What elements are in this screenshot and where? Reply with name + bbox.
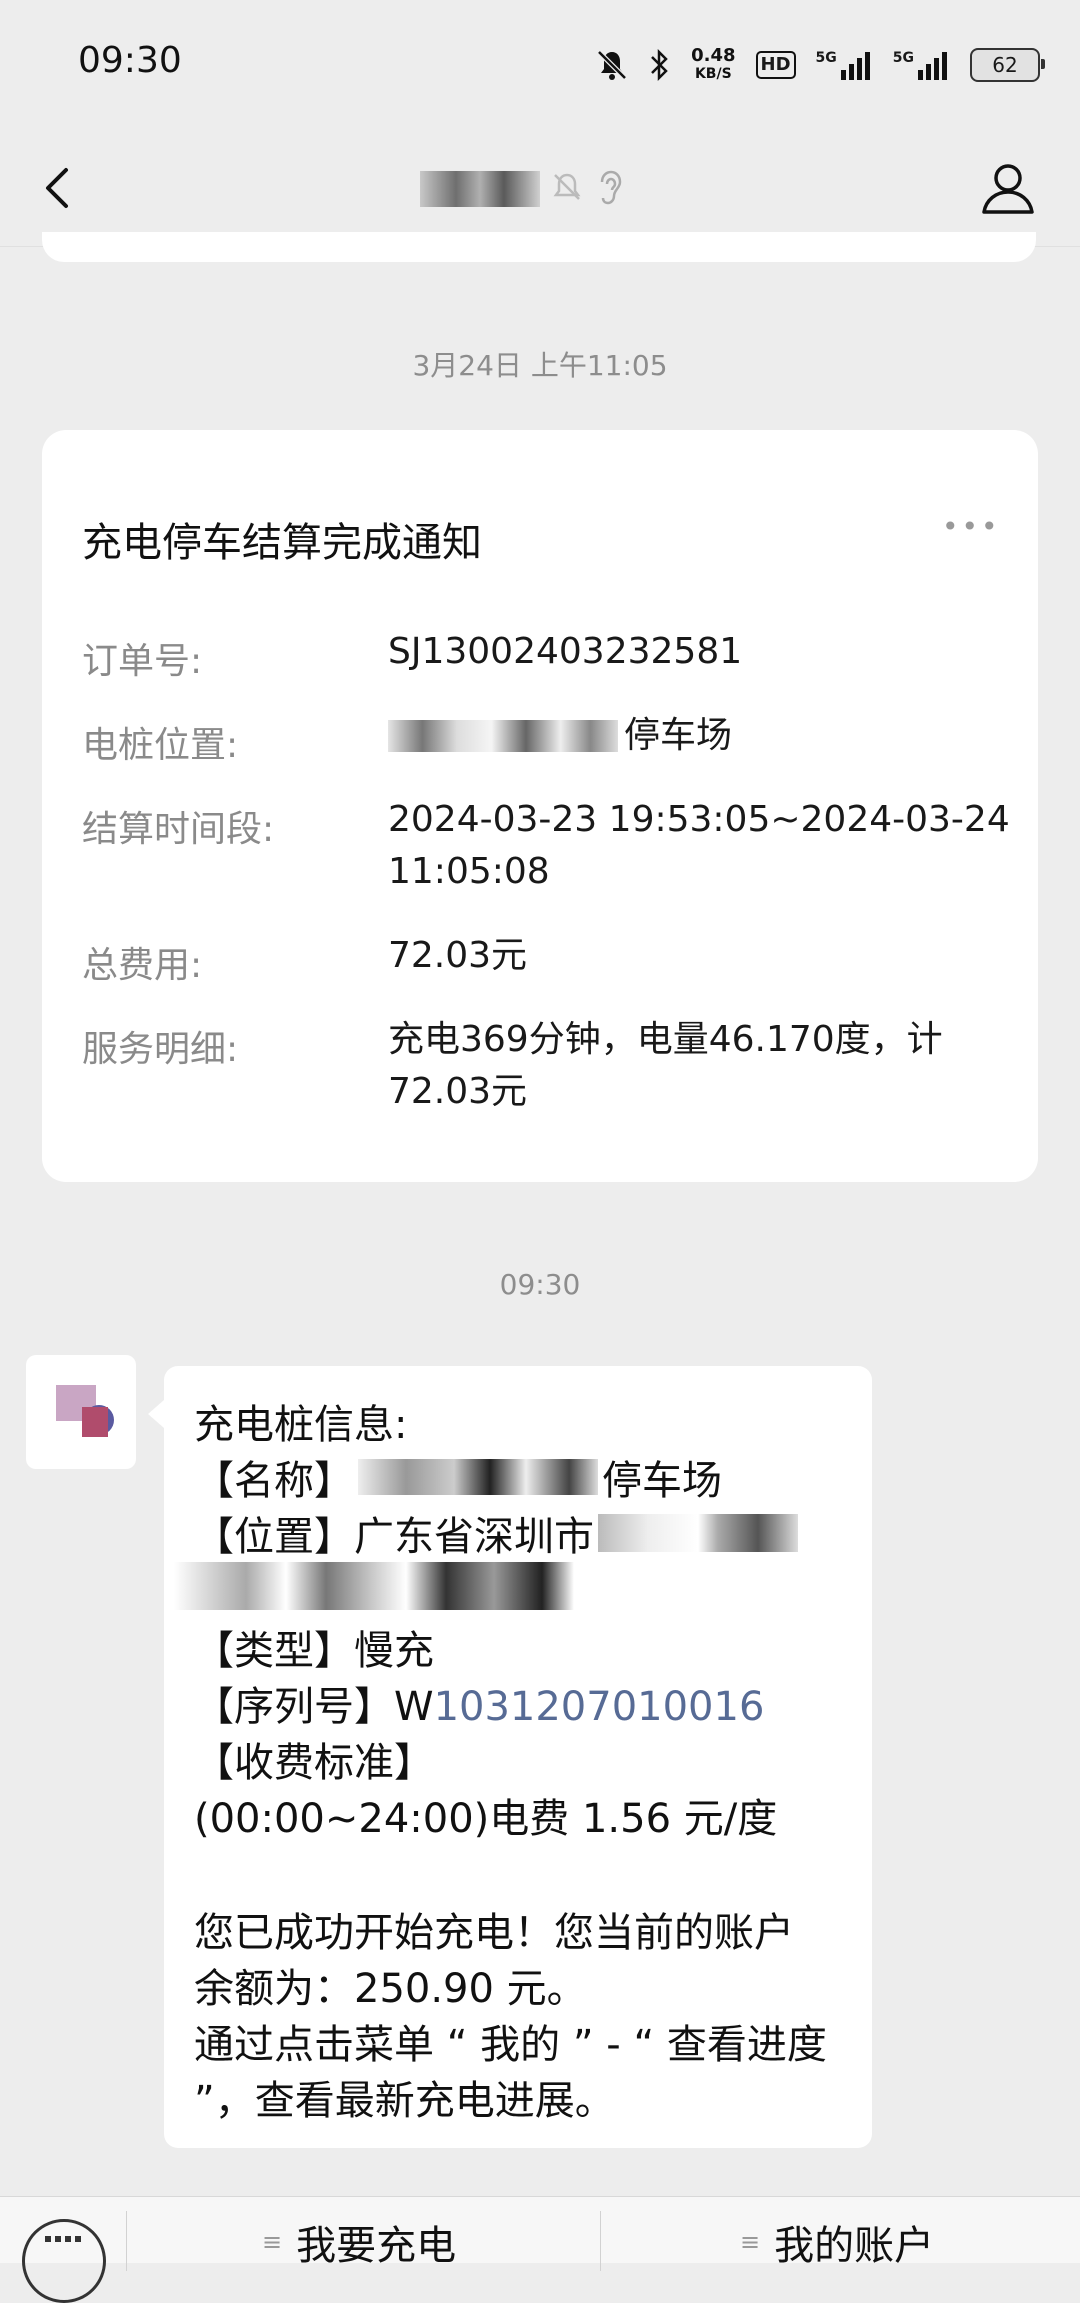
message-fee-label: 【收费标准】 bbox=[194, 1740, 434, 1786]
message-paragraph-line: 您已成功开始充电！您当前的账户 bbox=[194, 1910, 794, 1956]
settlement-notification-card[interactable]: 充电停车结算完成通知 ••• 订单号: SJ13002403232581 电桩位… bbox=[42, 430, 1038, 1182]
serial-number-link[interactable]: 1031207010016 bbox=[434, 1684, 765, 1730]
ear-icon bbox=[594, 168, 624, 210]
message-paragraph-line: 通过点击菜单 “ 我的 ” - “ 查看进度 bbox=[194, 2022, 827, 2068]
bottom-menu-bar: ≡ 我要充电 ≡ 我的账户 bbox=[0, 2196, 1080, 2303]
settlement-period-value: 2024-03-23 19:53:05~2024-03-24 11:05:08 bbox=[388, 799, 1010, 892]
chat-title bbox=[420, 166, 624, 212]
chevron-left-icon bbox=[46, 168, 68, 208]
battery-icon: 62 bbox=[970, 48, 1045, 82]
timestamp: 3月24日 上午11:05 bbox=[412, 349, 668, 382]
network-speed: 0.48 KB/S bbox=[691, 45, 736, 83]
order-number-label: 订单号: bbox=[82, 641, 203, 682]
redacted-address-continued bbox=[174, 1562, 574, 1610]
status-icons: 0.48 KB/S HD 5G 5G 62 bbox=[595, 40, 1045, 90]
signal-icon: 5G bbox=[816, 50, 873, 80]
status-time: 09:30 bbox=[78, 40, 182, 81]
message-paragraph-line: ”，查看最新充电进展。 bbox=[194, 2078, 615, 2124]
redacted-name bbox=[358, 1459, 598, 1495]
menu-divider bbox=[600, 2211, 601, 2271]
card-title: 充电停车结算完成通知 bbox=[82, 520, 482, 566]
total-fee-label: 总费用: bbox=[82, 945, 203, 986]
menu-charge-button[interactable]: ≡ 我要充电 bbox=[262, 2213, 456, 2271]
message-location-line: 【位置】 广东省深圳市 bbox=[194, 1504, 798, 1562]
menu-account-button[interactable]: ≡ 我的账户 bbox=[740, 2213, 934, 2271]
service-detail-value: 充电369分钟，电量46.170度，计 72.03元 bbox=[388, 1019, 943, 1112]
message-heading: 充电桩信息: bbox=[194, 1402, 408, 1448]
person-icon bbox=[982, 164, 1034, 214]
back-button[interactable] bbox=[30, 158, 90, 218]
redacted-location bbox=[388, 720, 618, 752]
message-bubble[interactable]: 充电桩信息: 【名称】 停车场 【位置】 广东省深圳市 【类型】慢充 【序列号】… bbox=[148, 1366, 872, 2148]
nav-bar bbox=[0, 130, 1080, 247]
timestamp: 09:30 bbox=[499, 1268, 581, 1301]
menu-list-icon: ≡ bbox=[262, 2228, 283, 2256]
pile-location-label: 电桩位置: bbox=[82, 725, 239, 766]
mute-icon bbox=[595, 48, 629, 82]
message-name-line: 【名称】 停车场 bbox=[194, 1458, 722, 1504]
redacted-name bbox=[420, 171, 540, 207]
order-number-value: SJ13002403232581 bbox=[388, 631, 743, 672]
message-type-line: 【类型】慢充 bbox=[194, 1628, 434, 1674]
more-options-icon[interactable]: ••• bbox=[942, 510, 1001, 543]
menu-list-icon: ≡ bbox=[740, 2228, 761, 2256]
status-bar: 09:30 0.48 KB/S HD 5G 5G 62 bbox=[0, 0, 1080, 130]
total-fee-value: 72.03元 bbox=[388, 935, 528, 976]
avatar[interactable] bbox=[26, 1355, 136, 1469]
pile-location-value: 停车场 bbox=[388, 710, 1018, 762]
previous-card-edge bbox=[42, 232, 1036, 262]
menu-divider bbox=[126, 2211, 127, 2271]
bluetooth-icon bbox=[649, 48, 671, 82]
settlement-period-label: 结算时间段: bbox=[82, 809, 275, 850]
profile-button[interactable] bbox=[976, 156, 1040, 220]
message-fee-value: (00:00~24:00)电费 1.56 元/度 bbox=[194, 1796, 778, 1842]
message-paragraph-line: 余额为：250.90 元。 bbox=[194, 1966, 587, 2012]
hd-badge: HD bbox=[755, 51, 796, 79]
signal-icon: 5G bbox=[893, 50, 950, 80]
redacted-address bbox=[598, 1514, 798, 1552]
message-serial-line: 【序列号】W1031207010016 bbox=[194, 1684, 765, 1730]
keyboard-icon[interactable] bbox=[22, 2219, 106, 2303]
service-detail-label: 服务明细: bbox=[82, 1029, 239, 1070]
muted-icon bbox=[550, 170, 584, 208]
